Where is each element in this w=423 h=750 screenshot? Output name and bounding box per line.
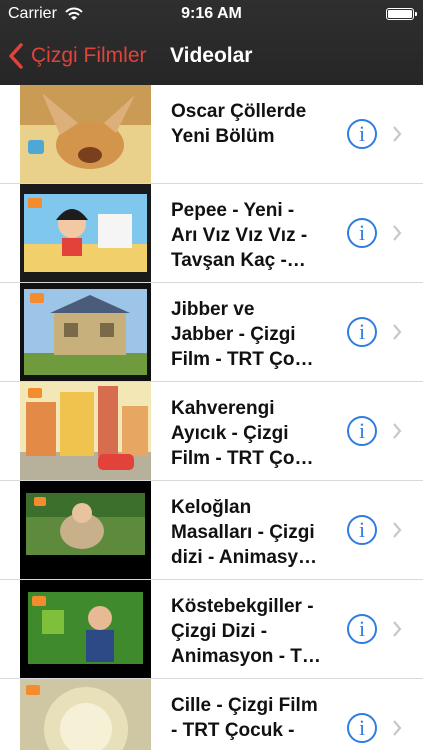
video-row[interactable]: Oscar Çöllerde Yeni Bölüm i: [0, 85, 423, 184]
video-row[interactable]: Pepee - Yeni - Arı Vız Vız Vız - Tavşan …: [0, 184, 423, 283]
info-icon[interactable]: i: [347, 416, 377, 446]
video-thumbnail: [20, 85, 151, 183]
back-button-label: Çizgi Filmler: [31, 44, 147, 67]
video-row[interactable]: Köstebekgiller - Çizgi Dizi - Animasyon …: [0, 580, 423, 679]
chevron-left-icon: [9, 43, 23, 69]
video-title: Cille - Çizgi Film - TRT Çocuk -: [171, 695, 318, 741]
video-thumbnail: [20, 481, 151, 579]
info-icon[interactable]: i: [347, 614, 377, 644]
back-button[interactable]: Çizgi Filmler: [8, 41, 147, 71]
video-list[interactable]: Oscar Çöllerde Yeni Bölüm i Pepee - Yeni…: [0, 85, 423, 750]
info-icon[interactable]: i: [347, 515, 377, 545]
video-thumbnail: [20, 184, 151, 282]
video-row[interactable]: Jibber ve Jabber - Çizgi Film - TRT Ço… …: [0, 283, 423, 382]
video-row[interactable]: Kahverengi Ayıcık - Çizgi Film - TRT Ço……: [0, 382, 423, 481]
chevron-right-icon: [393, 621, 402, 637]
video-title: Kahverengi Ayıcık - Çizgi Film - TRT Ço…: [171, 398, 314, 469]
video-row[interactable]: Keloğlan Masalları - Çizgi dizi - Animas…: [0, 481, 423, 580]
video-thumbnail: [20, 679, 151, 750]
chevron-right-icon: [393, 126, 402, 142]
video-thumbnail: [20, 283, 151, 381]
chevron-right-icon: [393, 522, 402, 538]
chevron-right-icon: [393, 423, 402, 439]
video-title: Oscar Çöllerde Yeni Bölüm: [171, 101, 307, 147]
video-thumbnail: [20, 382, 151, 480]
battery-icon: [386, 8, 417, 20]
video-title: Pepee - Yeni - Arı Vız Vız Vız - Tavşan …: [171, 200, 308, 271]
chevron-right-icon: [393, 225, 402, 241]
clock: 9:16 AM: [181, 5, 242, 22]
info-icon[interactable]: i: [347, 119, 377, 149]
chevron-right-icon: [393, 324, 402, 340]
status-bar: Carrier 9:16 AM: [0, 0, 423, 28]
video-row[interactable]: Cille - Çizgi Film - TRT Çocuk - i: [0, 679, 423, 750]
video-title: Köstebekgiller - Çizgi Dizi - Animasyon …: [171, 596, 321, 667]
video-title: Jibber ve Jabber - Çizgi Film - TRT Ço…: [171, 299, 314, 370]
navigation-bar: Çizgi Filmler Videolar: [0, 28, 423, 85]
top-bar: Carrier 9:16 AM Çizgi Filmler Videolar: [0, 0, 423, 85]
info-icon[interactable]: i: [347, 713, 377, 743]
info-icon[interactable]: i: [347, 218, 377, 248]
info-icon[interactable]: i: [347, 317, 377, 347]
video-title: Keloğlan Masalları - Çizgi dizi - Animas…: [171, 497, 318, 568]
page-title: Videolar: [170, 44, 253, 67]
chevron-right-icon: [393, 720, 402, 736]
video-thumbnail: [20, 580, 151, 678]
